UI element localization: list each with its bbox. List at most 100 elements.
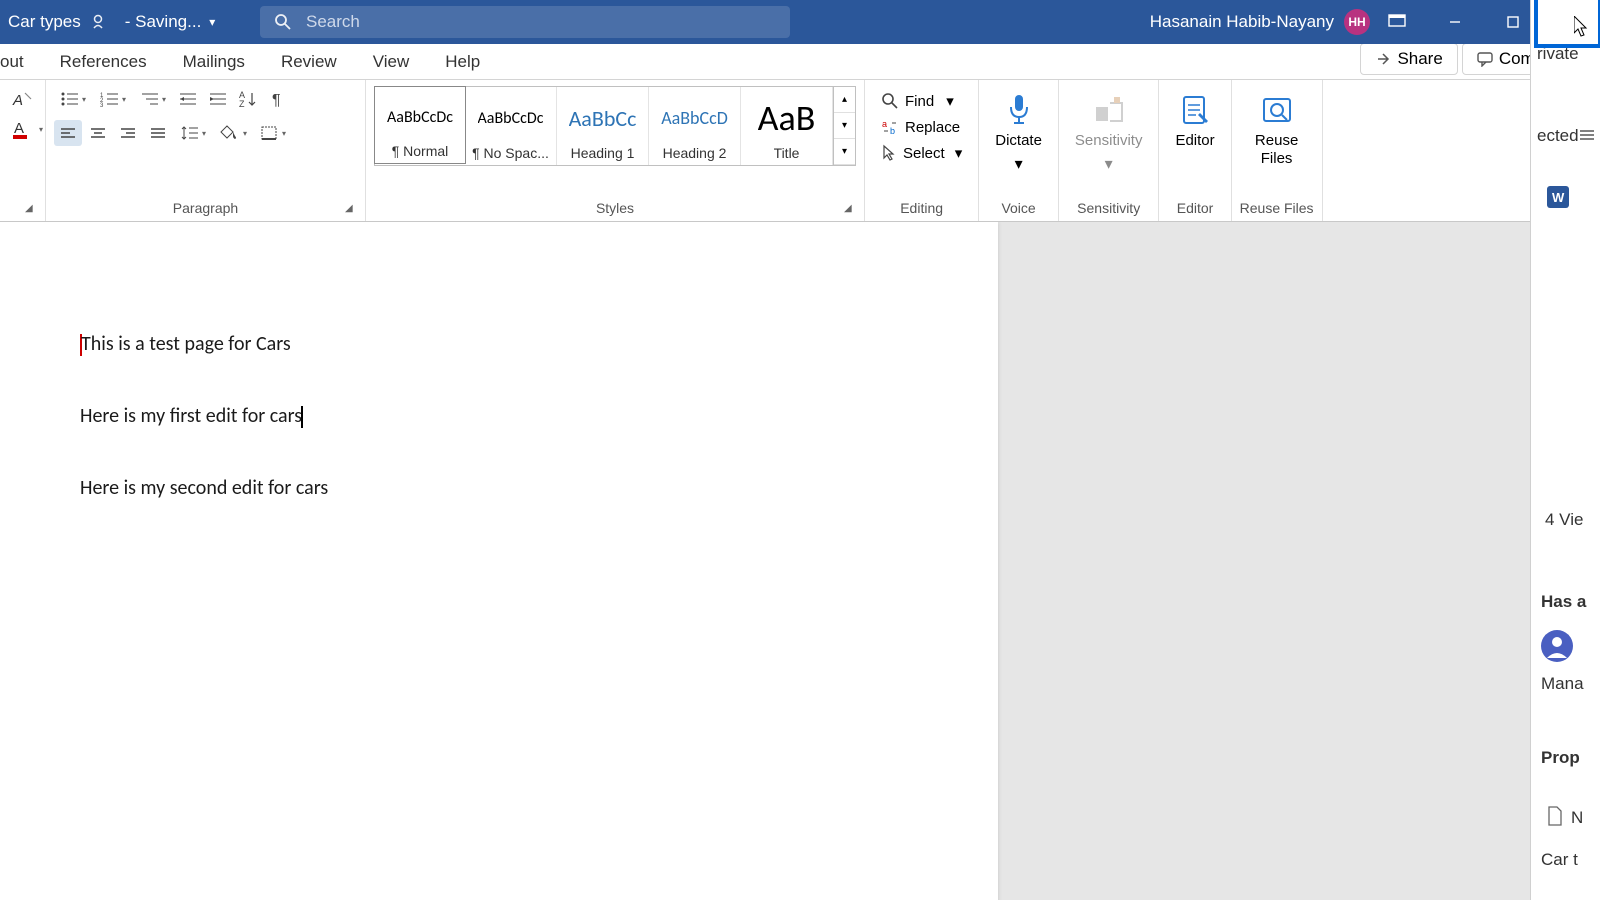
line-spacing-button[interactable]: ▾ [174, 120, 212, 146]
doc-line-1[interactable]: This is a test page for Cars [80, 332, 918, 356]
reuse-files-icon [1259, 92, 1295, 128]
style-normal[interactable]: AaBbCcDc ¶ Normal [374, 86, 466, 164]
share-icon [1375, 51, 1391, 67]
style-title[interactable]: AaB Title [741, 87, 833, 165]
styles-group: AaBbCcDc ¶ Normal AaBbCcDc ¶ No Spac... … [366, 80, 865, 221]
share-button[interactable]: Share [1360, 43, 1457, 75]
svg-text:Z: Z [239, 99, 245, 108]
side-car-t: Car t [1541, 850, 1578, 870]
multilevel-list-button[interactable]: ▾ [134, 86, 172, 112]
align-left-button[interactable] [54, 120, 82, 146]
style-heading2[interactable]: AaBbCcD Heading 2 [649, 87, 741, 165]
side-views-count: 4 Vie [1545, 510, 1583, 530]
side-has-access: Has a [1541, 592, 1586, 612]
svg-text:b: b [890, 126, 895, 136]
document-area[interactable]: This is a test page for Cars Here is my … [0, 222, 1530, 900]
styles-launcher-icon[interactable]: ◢ [844, 203, 858, 217]
side-text-ected: ected [1537, 126, 1579, 146]
document-page[interactable]: This is a test page for Cars Here is my … [0, 222, 998, 900]
editing-group-label: Editing [873, 197, 970, 219]
paragraph-group-label: Paragraph [54, 197, 357, 219]
replace-icon: ab [881, 118, 899, 136]
tab-help[interactable]: Help [427, 45, 498, 79]
replace-button[interactable]: ab Replace [877, 116, 964, 138]
doc-line-3[interactable]: Here is my second edit for cars [80, 476, 918, 500]
styles-group-label: Styles [374, 197, 856, 219]
side-avatar-icon [1541, 630, 1573, 667]
numbering-button[interactable]: 123▾ [94, 86, 132, 112]
editing-group: Find▾ ab Replace Select▾ Editing [865, 80, 979, 221]
side-panel-partial: rivate ected W 4 Vie Has a Mana Prop N C… [1530, 0, 1600, 900]
font-group-partial: A A▾ ◢ [0, 80, 46, 221]
title-bar: Car types - Saving... ▾ Hasanain Habib-N… [0, 0, 1600, 44]
title-dropdown-icon[interactable]: ▾ [209, 15, 215, 29]
font-launcher-icon[interactable]: ◢ [25, 203, 39, 217]
select-button[interactable]: Select▾ [877, 142, 966, 164]
sensitivity-group: Sensitivity ▾ Sensitivity [1059, 80, 1160, 221]
show-marks-button[interactable]: ¶ [264, 86, 292, 112]
find-icon [881, 92, 899, 110]
sensitivity-group-label: Sensitivity [1067, 197, 1151, 219]
sensitivity-button[interactable]: Sensitivity ▾ [1067, 86, 1151, 180]
side-manage: Mana [1541, 674, 1584, 694]
svg-text:3: 3 [100, 103, 104, 107]
sort-button[interactable]: AZ [234, 86, 262, 112]
tab-layout[interactable]: out [0, 45, 42, 79]
voice-group-label: Voice [987, 197, 1050, 219]
justify-button[interactable] [144, 120, 172, 146]
paragraph-group: ▾ 123▾ ▾ AZ ¶ ▾ ▾ ▾ Paragraph ◢ [46, 80, 366, 221]
tab-mailings[interactable]: Mailings [165, 45, 263, 79]
search-input[interactable] [306, 12, 776, 32]
hamburger-icon[interactable] [1580, 129, 1594, 141]
editor-group-label: Editor [1167, 197, 1222, 219]
font-color-button[interactable]: A▾ [8, 116, 46, 142]
find-button[interactable]: Find▾ [877, 90, 958, 112]
svg-text:A: A [12, 92, 23, 109]
clear-formatting-button[interactable]: A [8, 86, 36, 112]
editor-button[interactable]: Editor [1167, 86, 1222, 156]
dictate-button[interactable]: Dictate ▾ [987, 86, 1050, 180]
side-doc-icon [1547, 806, 1563, 831]
bullets-button[interactable]: ▾ [54, 86, 92, 112]
shading-button[interactable]: ▾ [214, 120, 252, 146]
align-center-button[interactable] [84, 120, 112, 146]
reuse-files-button[interactable]: Reuse Files [1240, 86, 1314, 174]
paragraph-launcher-icon[interactable]: ◢ [345, 203, 359, 217]
voice-group: Dictate ▾ Voice [979, 80, 1059, 221]
align-right-button[interactable] [114, 120, 142, 146]
svg-text:a: a [882, 119, 887, 129]
decrease-indent-button[interactable] [174, 86, 202, 112]
minimize-button[interactable] [1426, 0, 1484, 44]
select-icon [881, 144, 897, 162]
style-heading1[interactable]: AaBbCc Heading 1 [557, 87, 649, 165]
reuse-files-group: Reuse Files Reuse Files [1232, 80, 1323, 221]
word-icon: W [1547, 186, 1569, 213]
doc-line-2[interactable]: Here is my first edit for cars [80, 404, 918, 428]
style-no-spacing[interactable]: AaBbCcDc ¶ No Spac... [465, 87, 557, 165]
user-area[interactable]: Hasanain Habib-Nayany HH [1150, 9, 1370, 35]
mouse-cursor-icon [1574, 16, 1592, 40]
document-title: Car types [0, 12, 81, 32]
editor-icon [1177, 92, 1213, 128]
styles-expand[interactable]: ▾ [834, 139, 855, 165]
ribbon: A A▾ ◢ ▾ 123▾ ▾ AZ ¶ ▾ [0, 80, 1600, 222]
microphone-icon [1001, 92, 1037, 128]
editor-group: Editor Editor [1159, 80, 1231, 221]
present-button[interactable] [1368, 0, 1426, 44]
user-name: Hasanain Habib-Nayany [1150, 12, 1334, 32]
tab-review[interactable]: Review [263, 45, 355, 79]
search-box[interactable] [260, 6, 790, 38]
svg-text:W: W [1552, 190, 1565, 205]
avatar[interactable]: HH [1344, 9, 1370, 35]
svg-text:¶: ¶ [272, 92, 281, 108]
autosave-icon[interactable] [89, 13, 107, 31]
borders-button[interactable]: ▾ [254, 120, 292, 146]
tab-references[interactable]: References [42, 45, 165, 79]
styles-scroll-down[interactable]: ▾ [834, 113, 855, 139]
styles-gallery: AaBbCcDc ¶ Normal AaBbCcDc ¶ No Spac... … [374, 86, 856, 166]
tab-view[interactable]: View [355, 45, 428, 79]
side-n: N [1571, 808, 1583, 828]
styles-scroll-up[interactable]: ▴ [834, 87, 855, 113]
menu-bar: out References Mailings Review View Help… [0, 44, 1600, 80]
increase-indent-button[interactable] [204, 86, 232, 112]
